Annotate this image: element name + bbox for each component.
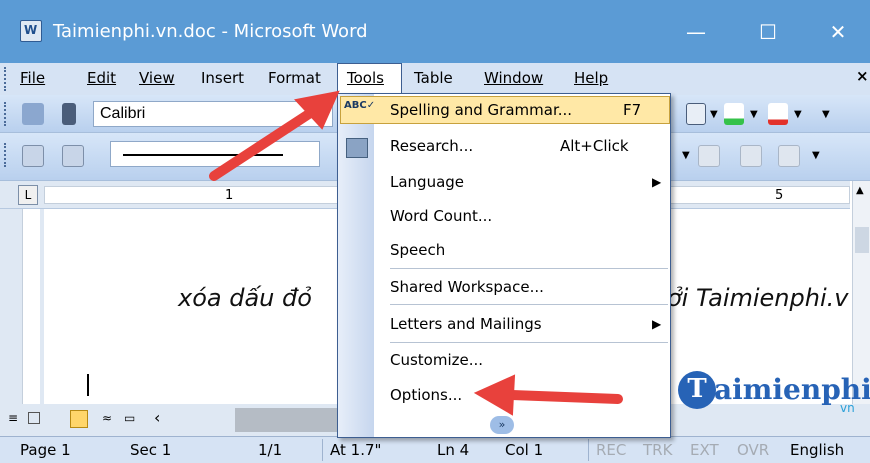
web-view-icon[interactable] [28, 412, 40, 424]
status-trk[interactable]: TRK [643, 441, 672, 459]
style-indicator-icon [62, 103, 76, 125]
minimize-button[interactable]: — [676, 14, 716, 50]
language-submenu-icon: ▶ [652, 175, 662, 189]
menu-item-spelling[interactable]: Spelling and Grammar... [390, 101, 572, 119]
menubar-close-icon[interactable]: × [856, 67, 869, 85]
font-name-input[interactable]: Calibri [93, 101, 333, 127]
menu-separator [390, 304, 668, 305]
title-bar: Taimienphi.vn.doc - Microsoft Word — ☐ ✕ [0, 0, 870, 63]
menu-item-language[interactable]: Language [390, 173, 464, 191]
toolbar-grip[interactable] [4, 102, 8, 126]
menu-help[interactable]: Help [574, 69, 608, 87]
menu-file[interactable]: File [20, 69, 45, 87]
vertical-scroll-thumb[interactable] [855, 227, 869, 253]
normal-view-icon[interactable]: ≡ [8, 411, 18, 425]
status-page-count: 1/1 [258, 441, 283, 459]
document-text-right: ởi Taimienphi.v [667, 284, 849, 312]
letters-submenu-icon: ▶ [652, 317, 662, 331]
research-book-icon [346, 138, 368, 158]
window-title: Taimienphi.vn.doc - Microsoft Word [53, 21, 368, 42]
status-column: Col 1 [505, 441, 544, 459]
scroll-up-icon[interactable]: ▲ [856, 185, 864, 196]
close-button[interactable]: ✕ [818, 14, 858, 50]
status-position: At 1.7" [330, 441, 382, 459]
menu-item-word-count[interactable]: Word Count... [390, 207, 492, 225]
pencil-icon[interactable] [62, 145, 84, 167]
menu-item-shared-workspace[interactable]: Shared Workspace... [390, 278, 544, 296]
status-rec[interactable]: REC [596, 441, 626, 459]
print-layout-icon[interactable] [70, 410, 88, 428]
status-language: English [790, 441, 845, 459]
menu-tools[interactable]: Tools [347, 69, 384, 87]
borders-icon[interactable] [686, 103, 706, 125]
menu-item-customize[interactable]: Customize... [390, 351, 483, 369]
expand-menu-icon[interactable]: » [490, 416, 514, 434]
line-style-select[interactable] [110, 141, 320, 167]
menu-separator [390, 342, 668, 343]
status-line: Ln 4 [437, 441, 470, 459]
tab-selector-icon[interactable]: L [18, 185, 38, 205]
logo-suffix: vn [840, 401, 855, 415]
highlight-dropdown-icon[interactable]: ▼ [750, 109, 758, 120]
word-app-icon[interactable] [20, 20, 42, 42]
format-painter-icon[interactable] [22, 103, 44, 125]
menu-table[interactable]: Table [414, 69, 453, 87]
highlight-icon[interactable] [724, 103, 744, 125]
status-bar: Page 1 Sec 1 1/1 At 1.7" Ln 4 Col 1 REC … [0, 436, 870, 463]
logo-letter: T [678, 371, 716, 409]
edit-icon[interactable] [22, 145, 44, 167]
table-dropdown-icon[interactable]: ▼ [682, 150, 690, 161]
menu-edit[interactable]: Edit [87, 69, 116, 87]
menu-item-speech[interactable]: Speech [390, 241, 445, 259]
horizontal-scroll-thumb[interactable] [235, 408, 345, 432]
taimienphi-logo: T aimienphi vn [678, 371, 870, 415]
table-grid-icon[interactable] [740, 145, 762, 167]
status-section: Sec 1 [130, 441, 172, 459]
scroll-left-icon[interactable]: ‹ [154, 408, 160, 427]
ruler-mark-1: 1 [225, 188, 234, 203]
toolbar-grip-2[interactable] [4, 143, 8, 167]
borders-dropdown-icon[interactable]: ▼ [710, 109, 718, 120]
tools-menu: ABC✓ Spelling and Grammar... F7 Research… [337, 93, 671, 438]
outline-view-icon[interactable]: ≈ [102, 411, 112, 425]
document-text-left: xóa dấu đỏ [178, 284, 312, 312]
status-ovr[interactable]: OVR [737, 441, 769, 459]
font-color-dropdown-icon[interactable]: ▼ [794, 109, 802, 120]
status-page: Page 1 [20, 441, 71, 459]
menu-item-letters-mailings[interactable]: Letters and Mailings [390, 315, 542, 333]
reading-view-icon[interactable]: ▭ [124, 411, 135, 425]
status-ext[interactable]: EXT [690, 441, 719, 459]
menubar-grip[interactable] [4, 67, 8, 91]
maximize-button[interactable]: ☐ [748, 14, 788, 50]
toolbar-options-icon[interactable]: ▼ [822, 109, 830, 120]
shading-icon[interactable] [778, 145, 800, 167]
menu-item-research[interactable]: Research... [390, 137, 473, 155]
menu-separator [390, 268, 668, 269]
menu-window[interactable]: Window [484, 69, 543, 87]
cell-align-icon[interactable] [698, 145, 720, 167]
menu-item-options[interactable]: Options... [390, 386, 462, 404]
shading-dropdown-icon[interactable]: ▼ [812, 150, 820, 161]
ruler-mark-5: 5 [775, 188, 784, 203]
menu-insert[interactable]: Insert [201, 69, 244, 87]
font-color-icon[interactable] [768, 103, 788, 125]
text-cursor [87, 374, 89, 396]
spelling-abc-icon: ABC✓ [344, 100, 376, 111]
shortcut-spelling: F7 [623, 101, 642, 119]
menu-format[interactable]: Format [268, 69, 321, 87]
menu-view[interactable]: View [139, 69, 175, 87]
shortcut-research: Alt+Click [560, 137, 629, 155]
vertical-ruler [0, 209, 44, 404]
